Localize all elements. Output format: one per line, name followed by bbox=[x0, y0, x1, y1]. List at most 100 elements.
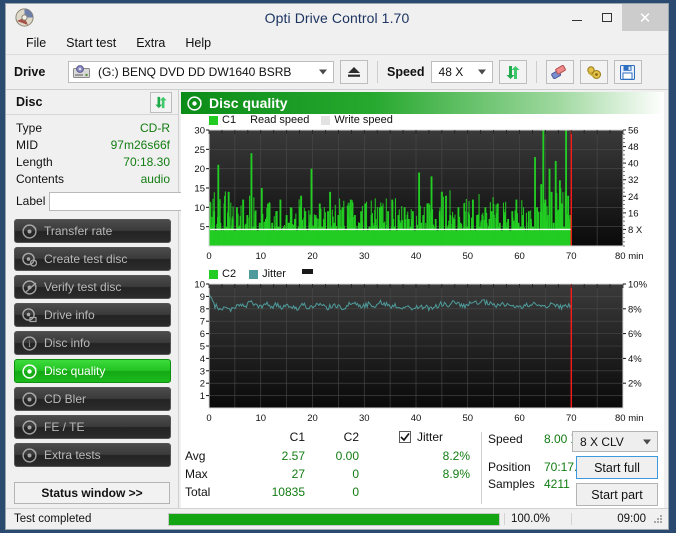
check-icon bbox=[400, 433, 410, 442]
stats-row-label-max: Max bbox=[185, 467, 208, 481]
sidebar-item-drive-info[interactable]: Drive info bbox=[14, 303, 171, 327]
legend-swatch-c2 bbox=[209, 269, 218, 279]
svg-text:4%: 4% bbox=[628, 354, 642, 365]
minimize-button[interactable] bbox=[562, 4, 592, 31]
svg-text:20: 20 bbox=[194, 164, 205, 175]
disc-refresh-button[interactable] bbox=[150, 91, 172, 113]
eject-button[interactable] bbox=[340, 60, 368, 84]
disc-length-value: 70:18.30 bbox=[123, 154, 170, 169]
sidebar-item-transfer-rate[interactable]: Transfer rate bbox=[14, 219, 171, 243]
sidebar-item-label: Disc quality bbox=[44, 364, 106, 378]
sidebar-item-create-test-disc[interactable]: Create test disc bbox=[14, 247, 171, 271]
position-stat-label: Position bbox=[488, 460, 531, 474]
legend-label-write-speed: Write speed bbox=[334, 114, 393, 126]
speed-value: 48 X bbox=[438, 65, 464, 79]
start-part-button[interactable]: Start part bbox=[576, 483, 658, 506]
sidebar-item-cd-bler[interactable]: CD Bler bbox=[14, 387, 171, 411]
menu-extra[interactable]: Extra bbox=[126, 34, 175, 52]
svg-text:0: 0 bbox=[206, 413, 211, 424]
drive-icon bbox=[73, 65, 90, 79]
svg-text:2: 2 bbox=[200, 379, 205, 390]
menu-start-test[interactable]: Start test bbox=[56, 34, 126, 52]
svg-text:30: 30 bbox=[359, 413, 370, 424]
c1-chart[interactable]: 5 10 15 20 25 30 8 X 16 24 32 40 48 56 0 10 20 30 40 50 60 7… bbox=[183, 126, 664, 266]
start-full-button[interactable]: Start full bbox=[576, 456, 658, 479]
refresh-speed-button[interactable] bbox=[498, 60, 527, 84]
maximize-button[interactable] bbox=[592, 4, 622, 31]
write-mode-select[interactable]: 8 X CLV bbox=[572, 431, 658, 452]
scroll-marker[interactable] bbox=[301, 269, 313, 274]
toolbar-separator bbox=[535, 61, 537, 83]
c1-legend: C1 Read speed Write speed bbox=[183, 114, 664, 126]
menu-file[interactable]: File bbox=[16, 34, 56, 52]
sidebar-item-verify-test-disc[interactable]: Verify test disc bbox=[14, 275, 171, 299]
legend-c2: C2 bbox=[209, 268, 236, 280]
svg-text:15: 15 bbox=[194, 184, 205, 195]
disc-icon bbox=[22, 363, 37, 379]
menu-bar: File Start test Extra Help bbox=[6, 32, 668, 55]
resize-grip[interactable] bbox=[652, 513, 668, 525]
svg-text:0: 0 bbox=[206, 251, 211, 262]
sidebar-item-disc-quality[interactable]: Disc quality bbox=[14, 359, 171, 383]
legend-swatch-c1 bbox=[209, 115, 218, 125]
elapsed-time: 09:00 bbox=[571, 513, 652, 525]
status-bar: Test completed 100.0% 09:00 bbox=[6, 508, 668, 529]
stats-col-c1: C1 bbox=[289, 430, 305, 444]
tools-button[interactable] bbox=[579, 60, 608, 84]
erase-button[interactable] bbox=[545, 60, 574, 84]
sidebar-item-label: Drive info bbox=[44, 308, 95, 322]
stats-col-c2: C2 bbox=[343, 430, 359, 444]
samples-stat-value: 4211 bbox=[544, 477, 570, 491]
disc-header-label: Disc bbox=[16, 95, 43, 109]
svg-text:70: 70 bbox=[566, 251, 577, 262]
sidebar-item-fe-te[interactable]: FE / TE bbox=[14, 415, 171, 439]
svg-text:50: 50 bbox=[462, 413, 473, 424]
disc-mid-value: 97m26s66f bbox=[110, 137, 170, 152]
content-panel: Disc quality C1 Read speed Write speed 5… bbox=[179, 90, 668, 508]
title-bar: Opti Drive Control 1.70 ✕ bbox=[6, 4, 668, 32]
stats-max-c2: 0 bbox=[352, 467, 359, 481]
progress-percent: 100.0% bbox=[504, 513, 571, 525]
sidebar: Disc Type CD-R MID 97m26s66f Length 70:1… bbox=[6, 90, 259, 508]
svg-text:5: 5 bbox=[200, 342, 205, 353]
jitter-chart[interactable]: 1 2 3 4 5 6 7 8 9 10 2% 4% 6% 8% 10% 0 10 20 30 40 50 60 70 80 … bbox=[183, 280, 664, 428]
sidebar-item-extra-tests[interactable]: Extra tests bbox=[14, 443, 171, 467]
close-button[interactable]: ✕ bbox=[622, 4, 668, 31]
menu-help[interactable]: Help bbox=[175, 34, 221, 52]
svg-text:6%: 6% bbox=[628, 329, 642, 340]
legend-swatch-write-speed bbox=[321, 115, 331, 125]
svg-text:16: 16 bbox=[628, 208, 639, 219]
svg-text:40: 40 bbox=[628, 159, 639, 170]
drive-select[interactable]: (G:) BENQ DVD DD DW1640 BSRB bbox=[68, 61, 334, 83]
svg-text:25: 25 bbox=[194, 145, 205, 156]
save-button[interactable] bbox=[613, 60, 642, 84]
disc-info-row: Contents audio bbox=[16, 170, 170, 187]
speed-label: Speed bbox=[387, 65, 425, 79]
svg-text:70: 70 bbox=[566, 413, 577, 424]
panel-header: Disc quality bbox=[181, 92, 664, 114]
disc-contents-value: audio bbox=[140, 171, 170, 186]
svg-text:8%: 8% bbox=[628, 304, 642, 315]
drive-label: Drive bbox=[14, 65, 46, 79]
main-body: Disc Type CD-R MID 97m26s66f Length 70:1… bbox=[6, 90, 668, 508]
svg-text:8 X: 8 X bbox=[628, 225, 643, 236]
sidebar-item-disc-info[interactable]: i Disc info bbox=[14, 331, 171, 355]
eject-icon bbox=[348, 67, 360, 77]
svg-text:80 min: 80 min bbox=[615, 251, 644, 262]
refresh-icon bbox=[155, 96, 167, 108]
disc-info-row: MID 97m26s66f bbox=[16, 136, 170, 153]
stats-max-c1: 27 bbox=[291, 467, 305, 481]
svg-text:7: 7 bbox=[200, 317, 205, 328]
svg-text:4: 4 bbox=[200, 354, 205, 365]
speed-select[interactable]: 48 X bbox=[430, 61, 493, 83]
sidebar-item-label: Transfer rate bbox=[44, 224, 113, 238]
disc-quality-icon bbox=[187, 95, 202, 111]
jitter-toggle[interactable]: Jitter bbox=[399, 430, 443, 444]
disc-type-value: CD-R bbox=[140, 120, 170, 135]
svg-text:50: 50 bbox=[462, 251, 473, 262]
jitter-checkbox[interactable] bbox=[399, 431, 411, 443]
status-window-button[interactable]: Status window >> bbox=[14, 482, 170, 504]
nav-list: Transfer rate Create test disc Verify te… bbox=[6, 215, 178, 467]
samples-stat-label: Samples bbox=[488, 477, 535, 491]
